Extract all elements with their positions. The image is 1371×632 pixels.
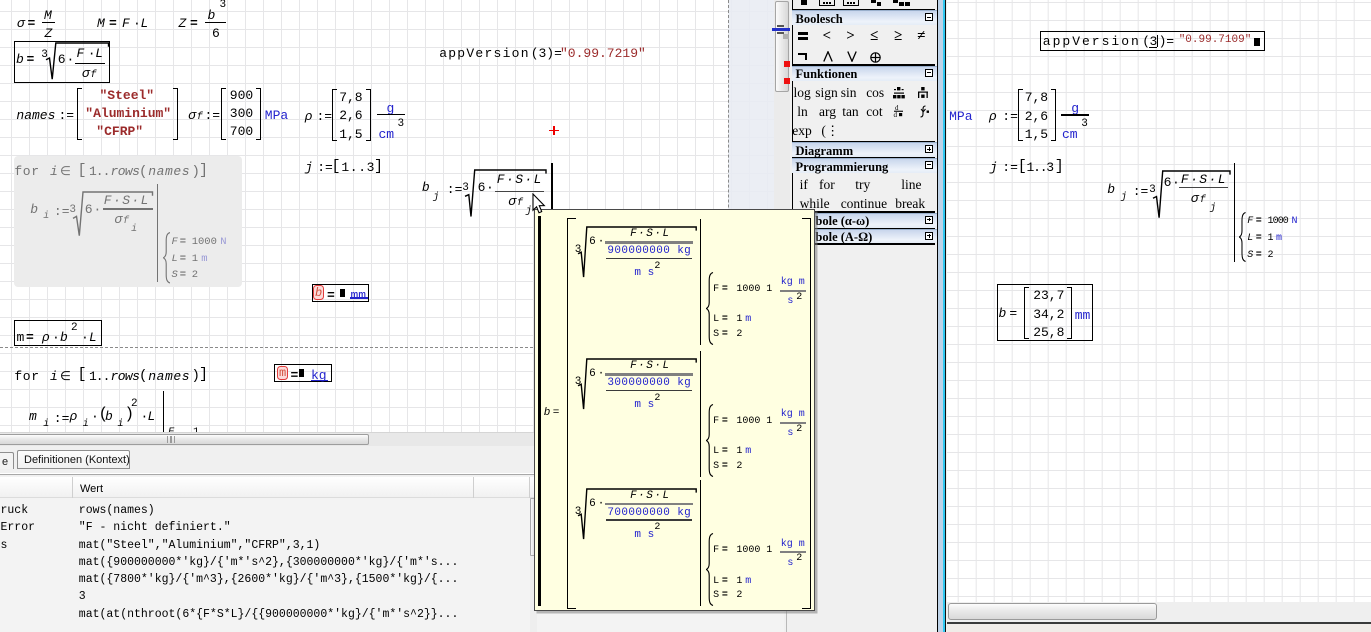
svg-text:d: d xyxy=(894,111,898,117)
